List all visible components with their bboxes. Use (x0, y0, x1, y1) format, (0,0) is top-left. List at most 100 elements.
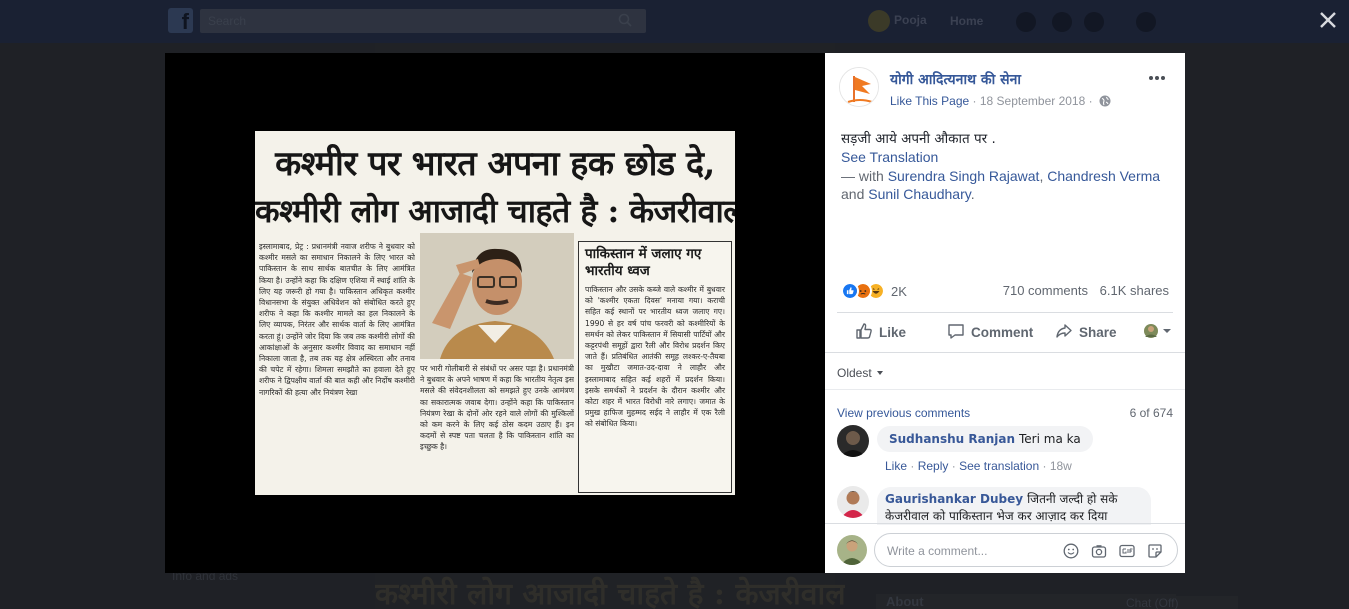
comment-input[interactable]: Write a comment... (874, 533, 1178, 567)
clipping-column-middle: पर भारी गोलीबारी से संबंधों पर असर पड़ा … (420, 364, 574, 452)
engagement-counts: 710 comments 6.1K shares (995, 283, 1169, 298)
chevron-down-icon (876, 371, 883, 375)
comment-bubble-icon (948, 324, 964, 339)
notifications-icon (1084, 12, 1104, 32)
comment-button-label: Comment (971, 325, 1034, 340)
commenter-avatar[interactable] (837, 486, 869, 518)
side-story-body: पाकिस्तान और उसके कब्जे वाले कश्मीर में … (585, 285, 725, 429)
post-text: सड़जी आये अपनी औकात पर . (841, 131, 996, 147)
background-search-input: Search (200, 9, 646, 33)
commenter-name-link[interactable]: Sudhanshu Ranjan (889, 432, 1015, 446)
reactions-count: 2K (891, 284, 907, 299)
gif-icon[interactable] (1119, 543, 1135, 559)
current-user-avatar (837, 535, 867, 565)
like-button[interactable]: Like (855, 322, 906, 340)
friends-icon (1016, 12, 1036, 32)
close-icon[interactable] (1317, 9, 1339, 31)
clipping-side-story: पाकिस्तान में जलाए गए भारतीय ध्वज पाकिस्… (578, 241, 732, 493)
tag-comma: , (1039, 168, 1044, 184)
background-chat-bar: Chat (Off) (1118, 596, 1238, 609)
background-headline: कश्मीरी लोग आजादी चाहते है : केजरीवाल (375, 577, 845, 609)
newspaper-clipping-image: कश्मीर पर भारत अपना हक छोड दे, कश्मीरी ल… (255, 131, 735, 495)
more-options-icon[interactable] (1147, 71, 1167, 85)
background-user-profile: Pooja (868, 10, 927, 32)
messenger-icon (1052, 12, 1072, 32)
meta-separator: · (972, 94, 977, 108)
avatar-photo-icon (837, 486, 869, 518)
commenter-avatar[interactable] (837, 425, 869, 457)
user-avatar-dropdown-icon (1144, 324, 1171, 338)
comment-action-sep: · (951, 459, 956, 473)
camera-icon[interactable] (1091, 543, 1107, 559)
background-search-placeholder: Search (208, 14, 247, 28)
comment-sort-dropdown[interactable]: Oldest (837, 366, 883, 380)
see-translation-link[interactable]: See Translation (841, 149, 938, 165)
like-page-link[interactable]: Like This Page (890, 94, 969, 108)
tag-chandresh[interactable]: Chandresh Verma (1047, 168, 1160, 184)
commenter-name-link[interactable]: Gaurishankar Dubey (885, 492, 1023, 506)
meta-separator-2: · (1088, 94, 1093, 108)
page-avatar[interactable] (839, 67, 879, 107)
emoji-icon[interactable] (1063, 543, 1079, 559)
side-story-title: पाकिस्तान में जलाए गए भारतीय ध्वज (585, 246, 702, 279)
clipping-column-left: इस्लामाबाद, प्रेट्र : प्रधानमंत्री नवाज … (259, 242, 415, 397)
globe-icon[interactable] (1099, 95, 1111, 107)
post-actions-bar: Like Comment Share (837, 314, 1173, 347)
comment-button[interactable]: Comment (947, 322, 1033, 340)
divider (825, 389, 1185, 390)
portrait-figure-icon (420, 233, 574, 359)
like-button-label: Like (879, 325, 907, 340)
avatar-photo-icon (837, 425, 869, 457)
comment-sort-label: Oldest (837, 366, 872, 380)
post-panel: योगी आदित्यनाथ की सेना Like This Page · … (825, 53, 1185, 573)
comment-input-placeholder: Write a comment... (887, 544, 988, 558)
tag-sunil[interactable]: Sunil Chaudhary (868, 186, 970, 202)
post-meta: Like This Page · 18 September 2018 · (890, 94, 1111, 108)
tagged-people: — with Surendra Singh Rajawat, Chandresh… (841, 167, 1171, 203)
comment-actions: Like · Reply · See translation · 18w (885, 459, 1072, 473)
thumbs-up-icon (856, 323, 872, 339)
share-button-label: Share (1079, 325, 1117, 340)
photo-viewer[interactable]: कश्मीर पर भारत अपना हक छोड दे, कश्मीरी ल… (165, 53, 825, 573)
share-arrow-icon (1056, 324, 1072, 338)
comment-action-sep: · (910, 459, 915, 473)
comments-count-link[interactable]: 710 comments (1003, 283, 1088, 298)
comment-bubble: Gaurishankar Dubey जितनी जल्दी हो सके केजर… (877, 487, 1151, 525)
comment-text-line2: केजरीवाल को पाकिस्तान भेज कर आज़ाद कर दि… (885, 509, 1108, 523)
search-icon (618, 13, 632, 27)
comment-action-sep: · (1042, 459, 1047, 473)
comment-text: Teri ma ka (1019, 432, 1081, 446)
share-button[interactable]: Share (1055, 322, 1117, 340)
post-date[interactable]: 18 September 2018 (980, 94, 1085, 108)
comment-timestamp[interactable]: 18w (1050, 459, 1072, 473)
page-name-link[interactable]: योगी आदित्यनाथ की सेना (890, 70, 1021, 89)
clipping-headline-line1: कश्मीर पर भारत अपना हक छोड दे, (275, 144, 715, 184)
tag-surendra[interactable]: Surendra Singh Rajawat (888, 168, 1040, 184)
tag-and: and (841, 186, 865, 202)
view-previous-comments-link[interactable]: View previous comments (837, 406, 970, 420)
background-user-name: Pooja (894, 13, 927, 28)
background-topbar: f Search Pooja Home (0, 0, 1349, 43)
post-as-selector[interactable] (1143, 323, 1181, 339)
comment-text-line1: जितनी जल्दी हो सके (1027, 492, 1118, 506)
divider (825, 523, 1185, 524)
background-home-link: Home (950, 14, 984, 28)
divider (837, 312, 1173, 313)
help-icon (1136, 12, 1156, 32)
comment-see-translation-link[interactable]: See translation (959, 459, 1039, 473)
like-reaction-icon (841, 282, 859, 300)
saffron-flag-icon (840, 68, 878, 106)
comments-pager: 6 of 674 (1129, 406, 1173, 420)
sticker-icon[interactable] (1147, 543, 1163, 559)
comment-reply-link[interactable]: Reply (918, 459, 949, 473)
background-user-avatar (868, 10, 890, 32)
avatar-photo-icon (837, 535, 867, 565)
divider (825, 352, 1185, 353)
facebook-logo-icon: f (168, 8, 193, 34)
comment-bubble: Sudhanshu Ranjan Teri ma ka (877, 426, 1093, 452)
clipping-headline-line2: कश्मीरी लोग आजादी चाहते है : केजरीवाल (255, 192, 735, 230)
tag-period: . (970, 186, 975, 202)
portrait-photo (420, 233, 574, 359)
comment-like-link[interactable]: Like (885, 459, 907, 473)
shares-count-link[interactable]: 6.1K shares (1100, 283, 1169, 298)
